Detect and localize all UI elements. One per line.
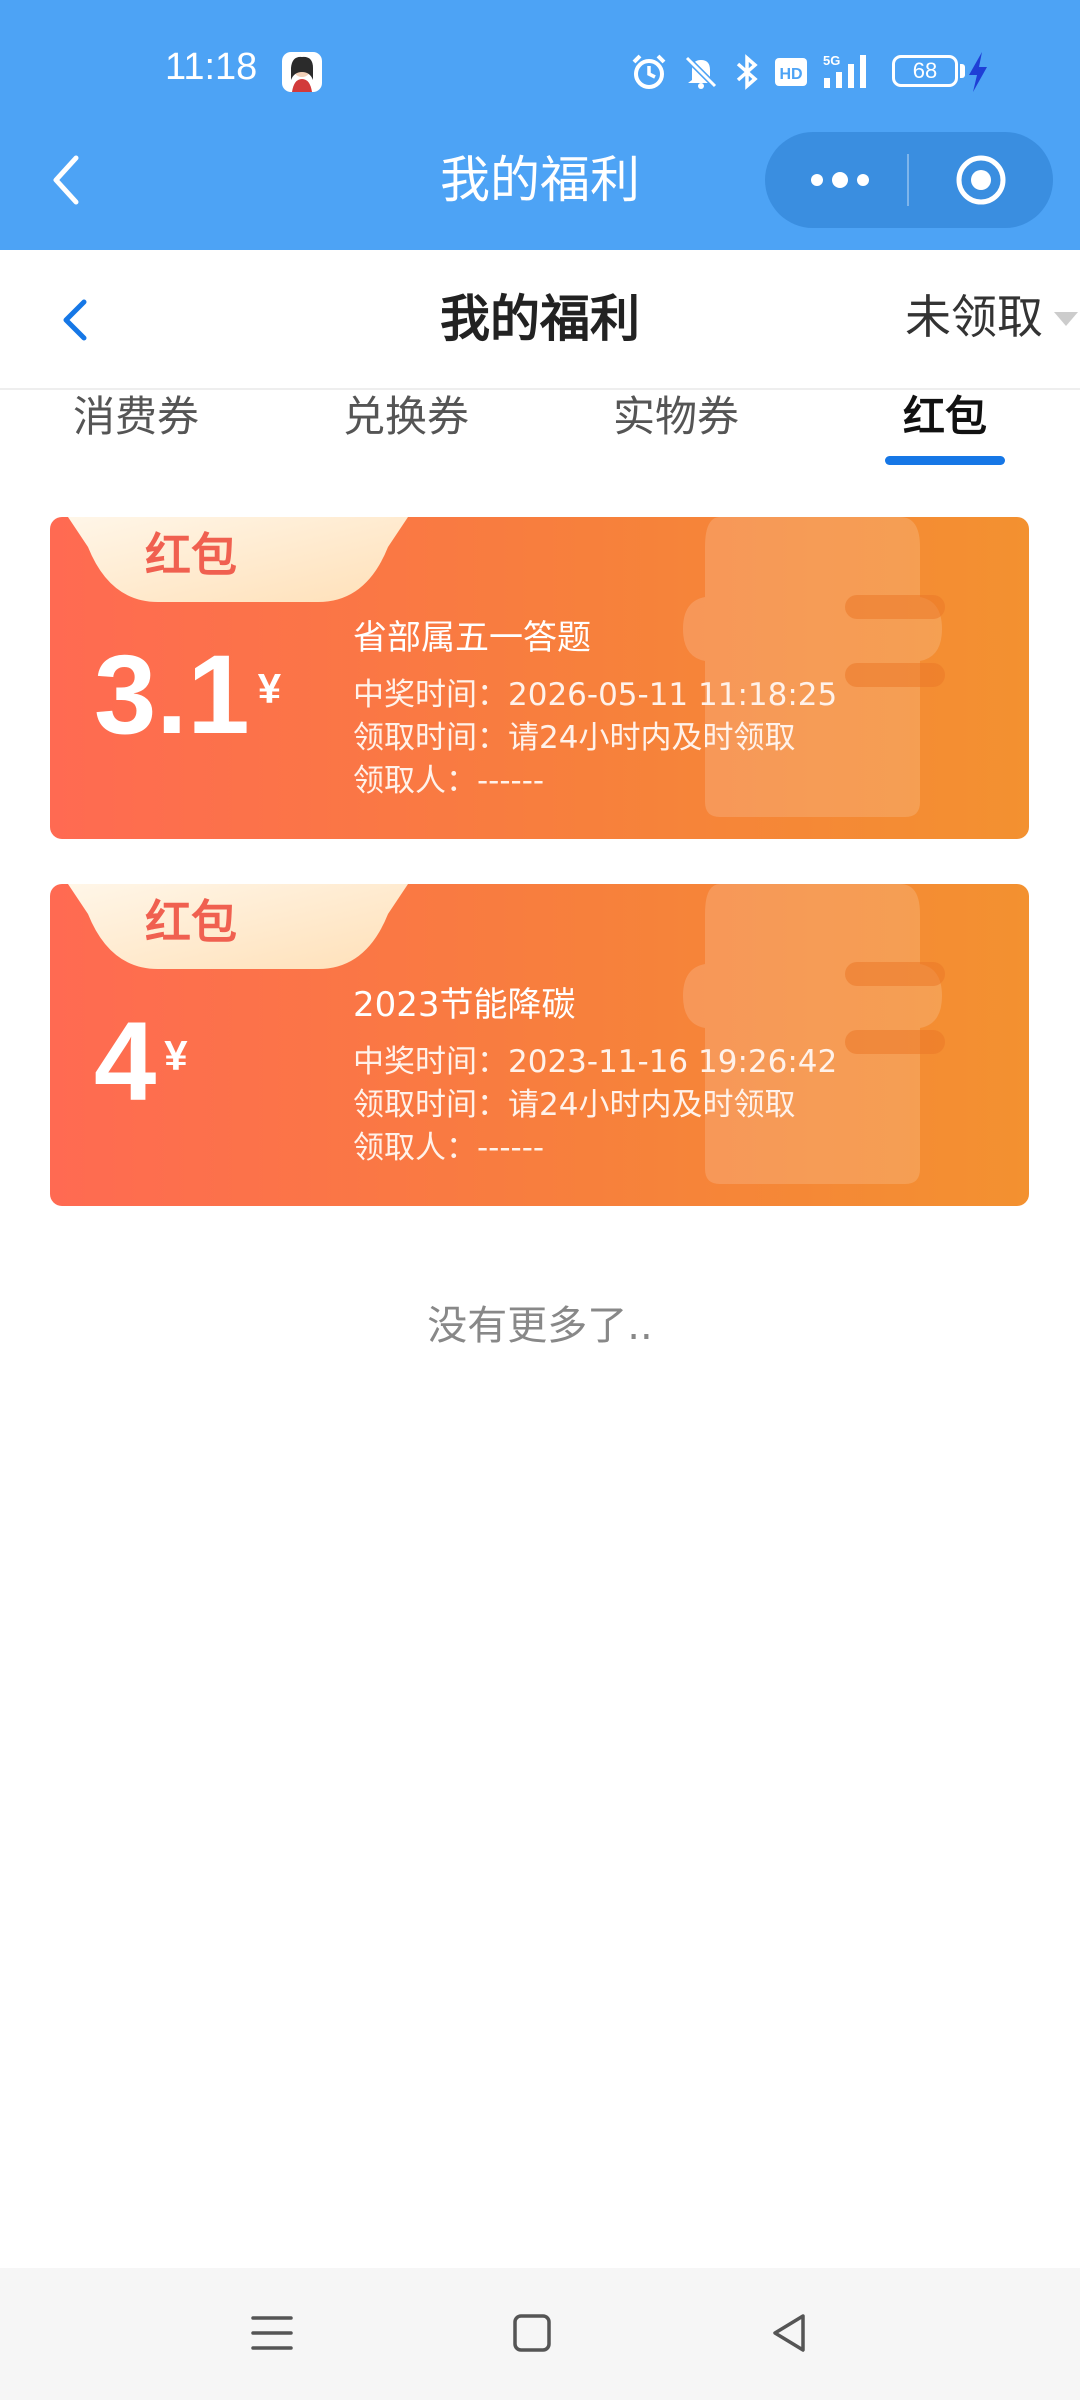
tab-consumer-coupons[interactable]: 消费券: [38, 390, 234, 450]
notification-avatar-icon: [282, 52, 322, 92]
card-tag-badge: [68, 884, 408, 969]
active-tab-indicator: [885, 456, 1005, 465]
battery-tip: [960, 64, 965, 78]
chevron-down-icon[interactable]: [1054, 312, 1078, 326]
tab-exchange-coupons[interactable]: 兑换券: [308, 390, 504, 450]
tab-red-packets[interactable]: 红包: [855, 390, 1035, 450]
end-of-list-text: 没有更多了..: [427, 1303, 653, 1349]
card-tag-badge: [68, 517, 408, 602]
tab-physical-coupons[interactable]: 实物券: [578, 390, 774, 450]
card-win-time: 中奖时间：2023-11-16 19:26:42: [353, 1044, 838, 1080]
status-time: 11:18: [165, 46, 258, 88]
card-tag-label: 红包: [145, 528, 237, 582]
bluetooth-icon: [736, 54, 758, 90]
status-icons: HD 5G: [630, 50, 874, 94]
mini-app-header: 我的福利: [0, 130, 1080, 250]
svg-text:5G: 5G: [823, 53, 840, 68]
card-claim-time: 领取时间：请24小时内及时领取: [353, 720, 796, 756]
card-tag-label: 红包: [145, 895, 237, 949]
card-claimant: 领取人：------: [353, 1130, 545, 1166]
red-packet-card[interactable]: 红包 3.1 ¥ 省部属五一答题 中奖时间：2026-05-11 11:18:25…: [50, 517, 1029, 839]
close-mini-app-icon[interactable]: [955, 154, 1007, 206]
mini-app-capsule: [765, 132, 1053, 228]
charging-icon: [969, 52, 987, 92]
card-amount: 3.1 ¥: [94, 635, 281, 755]
more-icon[interactable]: [805, 164, 875, 196]
hd-icon: HD: [775, 58, 807, 86]
capsule-divider: [907, 154, 909, 206]
card-amount: 4 ¥: [94, 1002, 188, 1122]
currency-symbol: ¥: [257, 665, 282, 712]
amount-value: 4: [94, 999, 157, 1124]
menu-icon[interactable]: [247, 2308, 297, 2358]
system-nav-bar: [0, 2268, 1080, 2400]
back-triangle-icon[interactable]: [765, 2308, 815, 2358]
svg-text:HD: HD: [779, 66, 802, 83]
status-filter-dropdown[interactable]: 未领取: [905, 286, 1043, 348]
card-claimant: 领取人：------: [353, 763, 545, 799]
status-bar: 11:18 HD 5G 68: [0, 0, 1080, 140]
card-claim-time: 领取时间：请24小时内及时领取: [353, 1087, 796, 1123]
card-win-time: 中奖时间：2026-05-11 11:18:25: [353, 677, 838, 713]
5g-signal-icon: 5G: [823, 53, 866, 88]
card-activity-name: 省部属五一答题: [353, 618, 591, 658]
red-packet-card[interactable]: 红包 4 ¥ 2023节能降碳 中奖时间：2023-11-16 19:26:42 …: [50, 884, 1029, 1206]
page-header: 我的福利 未领取: [0, 250, 1080, 390]
home-icon[interactable]: [507, 2308, 557, 2358]
coupon-tabs: 消费券 兑换券 实物券 红包: [0, 390, 1080, 470]
amount-value: 3.1: [94, 632, 250, 757]
mute-icon: [684, 55, 718, 89]
battery-icon: 68: [892, 55, 958, 87]
alarm-icon: [632, 54, 666, 89]
card-activity-name: 2023节能降碳: [353, 985, 576, 1025]
currency-symbol: ¥: [164, 1032, 188, 1079]
